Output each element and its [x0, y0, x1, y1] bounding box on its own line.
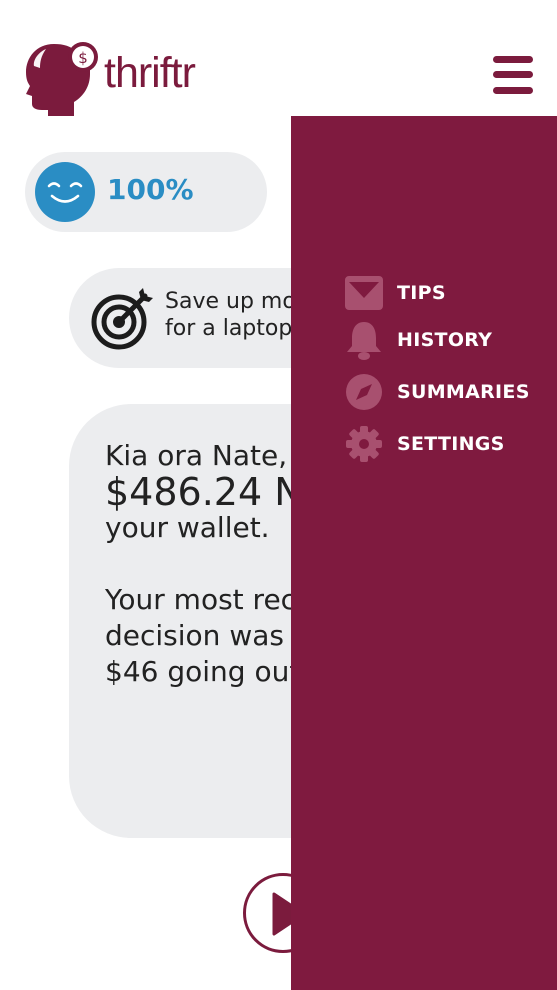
menu-item-summaries[interactable]: SUMMARIES	[344, 372, 530, 412]
compass-icon	[344, 372, 384, 412]
menu-item-settings[interactable]: SETTINGS	[344, 424, 505, 464]
bell-icon	[344, 320, 384, 360]
menu-item-history[interactable]: HISTORY	[344, 320, 492, 360]
menu-label-tips: TIPS	[397, 282, 446, 304]
menu-item-tips[interactable]: TIPS	[344, 273, 446, 313]
envelope-icon	[344, 273, 384, 313]
smiley-face-icon	[35, 162, 95, 222]
side-menu-drawer: TIPS HISTORY SUMMARIES SETTINGS	[291, 116, 557, 990]
menu-label-settings: SETTINGS	[397, 433, 505, 455]
menu-label-summaries: SUMMARIES	[397, 381, 530, 403]
gear-icon	[344, 424, 384, 464]
menu-label-history: HISTORY	[397, 329, 493, 351]
brand-name: thriftr	[104, 49, 196, 97]
target-icon	[91, 288, 153, 350]
hamburger-icon[interactable]	[490, 54, 536, 98]
mood-percent: 100%	[107, 173, 194, 206]
logo-symbol: $	[78, 49, 88, 67]
mood-indicator: 100%	[25, 152, 267, 232]
